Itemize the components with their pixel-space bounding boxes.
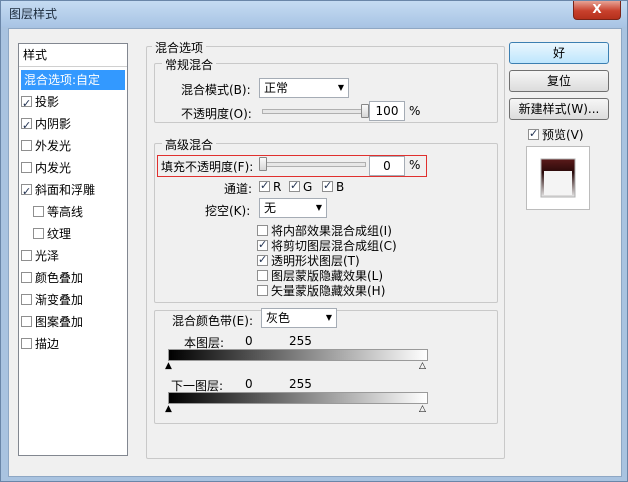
sidebar-item-inner-shadow[interactable]: 内阴影 [21,114,125,136]
window-title: 图层样式 [9,7,58,21]
fill-opacity-label: 填充不透明度(F): [161,160,254,174]
channel-r-checkbox[interactable] [259,179,270,192]
blend-mode-label: 混合模式(B): [181,83,251,97]
blend-interior-checkbox[interactable] [257,225,268,236]
inner-shadow-checkbox[interactable] [21,116,32,136]
layer-style-dialog: 图层样式 X 样式 混合选项:自定 投影 内阴影 外发光 内发光 斜面和浮雕 等… [0,0,628,482]
sidebar-item-bevel-emboss[interactable]: 斜面和浮雕 [21,180,125,202]
styles-list-header: 样式 [19,44,127,67]
this-layer-low-value: 0 [245,334,253,348]
blending-options-title: 混合选项 [152,39,207,56]
new-style-button[interactable]: 新建样式(W)... [509,98,609,120]
this-layer-high-value: 255 [289,334,312,348]
satin-checkbox[interactable] [21,250,32,261]
blend-if-select[interactable]: 灰色 ▼ [261,308,337,328]
this-layer-black-slider[interactable]: ▲ [165,362,172,371]
close-button[interactable]: X [573,1,621,20]
outer-glow-checkbox[interactable] [21,140,32,151]
underlying-high-value: 255 [289,377,312,391]
sidebar-item-satin[interactable]: 光泽 [21,246,125,266]
sidebar-item-stroke[interactable]: 描边 [21,334,125,354]
channel-g[interactable]: G [289,179,312,194]
reset-button[interactable]: 复位 [509,70,609,92]
chevron-down-icon: ▼ [315,203,322,212]
preview-thumbnail [540,158,576,198]
sidebar-item-blending-options[interactable]: 混合选项:自定 [21,70,125,90]
blend-mode-select[interactable]: 正常 ▼ [259,78,349,98]
inner-glow-checkbox[interactable] [21,162,32,173]
sidebar-item-color-overlay[interactable]: 颜色叠加 [21,268,125,288]
styles-list: 样式 混合选项:自定 投影 内阴影 外发光 内发光 斜面和浮雕 等高线 纹理 光… [18,43,128,456]
channel-r[interactable]: R [259,179,281,194]
channel-b-checkbox[interactable] [322,179,333,192]
gradient-overlay-checkbox[interactable] [21,294,32,305]
sidebar-item-gradient-overlay[interactable]: 渐变叠加 [21,290,125,310]
ok-button[interactable]: 好 [509,42,609,64]
this-layer-white-slider[interactable]: △ [419,362,426,371]
chevron-down-icon: ▼ [325,313,332,322]
underlying-layer-gradient [168,392,428,404]
advanced-blending-title: 高级混合 [162,136,217,153]
fill-opacity-unit: % [409,158,421,172]
sidebar-item-inner-glow[interactable]: 内发光 [21,158,125,178]
pattern-overlay-checkbox[interactable] [21,316,32,327]
opacity-input[interactable]: 100 [369,101,405,121]
knockout-select[interactable]: 无 ▼ [259,198,327,218]
drop-shadow-checkbox[interactable] [21,94,32,114]
blend-if-label: 混合颜色带(E): [169,312,256,329]
fill-opacity-input[interactable]: 0 [369,156,405,176]
preview-toggle[interactable]: 预览(V) [528,126,584,143]
fill-opacity-slider-handle[interactable] [259,157,267,171]
fill-opacity-slider[interactable] [262,162,366,167]
blend-clipped-checkbox[interactable] [257,238,268,251]
sidebar-item-outer-glow[interactable]: 外发光 [21,136,125,156]
opacity-label: 不透明度(O): [181,107,252,121]
channel-b[interactable]: B [322,179,344,194]
sidebar-item-drop-shadow[interactable]: 投影 [21,92,125,114]
vector-mask-hides-checkbox[interactable] [257,285,268,296]
color-overlay-checkbox[interactable] [21,272,32,283]
transparency-shapes-checkbox[interactable] [257,253,268,266]
bevel-emboss-checkbox[interactable] [21,182,32,202]
texture-checkbox[interactable] [33,228,44,239]
sidebar-item-pattern-overlay[interactable]: 图案叠加 [21,312,125,332]
contour-checkbox[interactable] [33,206,44,217]
dialog-body: 样式 混合选项:自定 投影 内阴影 外发光 内发光 斜面和浮雕 等高线 纹理 光… [8,28,622,477]
stroke-checkbox[interactable] [21,338,32,349]
sidebar-item-texture[interactable]: 纹理 [33,224,125,244]
opacity-unit: % [409,104,421,118]
underlying-white-slider[interactable]: △ [419,405,426,414]
underlying-low-value: 0 [245,377,253,391]
sidebar-item-contour[interactable]: 等高线 [33,202,125,222]
this-layer-gradient [168,349,428,361]
general-blending-title: 常规混合 [162,56,217,73]
title-bar[interactable]: 图层样式 X [1,1,627,27]
opacity-slider-handle[interactable] [361,104,369,118]
option-vector-mask-hides[interactable]: 矢量蒙版隐藏效果(H) [257,282,385,299]
knockout-label: 挖空(K): [205,204,251,218]
style-preview-swatch [526,146,590,210]
layer-mask-hides-checkbox[interactable] [257,270,268,281]
opacity-slider[interactable] [262,109,366,114]
channels-label: 通道: [224,182,253,196]
channel-g-checkbox[interactable] [289,179,300,192]
chevron-down-icon: ▼ [337,83,344,92]
preview-checkbox[interactable] [528,127,539,140]
underlying-black-slider[interactable]: ▲ [165,405,172,414]
